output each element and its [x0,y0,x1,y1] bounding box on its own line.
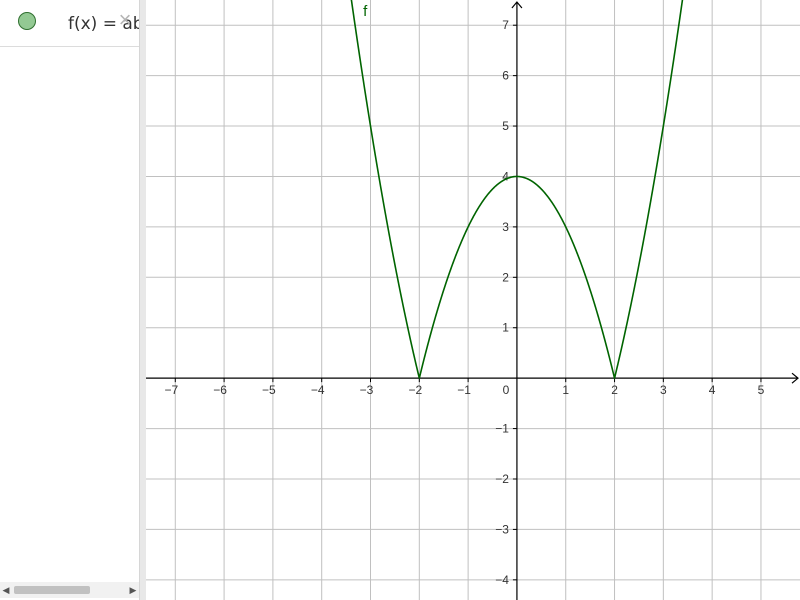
y-tick-label: 4 [502,169,509,183]
tick-labels: −7 −6 −5 −4 −3 −2 −1 0 1 2 3 4 5 7 6 5 4 3 2 1 −1 −2 −3 −4 [164,18,764,587]
y-tick-label: 3 [502,220,509,234]
y-tick-label: 7 [502,18,509,32]
panel-divider[interactable] [139,0,146,600]
x-tick-label: −4 [311,383,325,397]
x-tick-label: 1 [562,383,569,397]
x-tick-label: −6 [213,383,227,397]
y-tick-label: 1 [502,321,509,335]
x-tick-label: 0 [503,383,510,397]
x-tick-label: 4 [709,383,716,397]
algebra-item-f[interactable]: f(x) = abs(x² − 4) × [0,0,139,47]
x-tick-label: −3 [360,383,374,397]
scroll-right-icon[interactable]: ▶ [127,582,139,598]
x-tick-label: 5 [758,383,765,397]
axes [146,1,799,600]
y-tick-label: −2 [495,472,509,486]
y-tick-label: 5 [502,119,509,133]
function-label-f[interactable]: f [363,3,368,20]
graphics-view[interactable]: −7 −6 −5 −4 −3 −2 −1 0 1 2 3 4 5 7 6 5 4 3 2 1 −1 −2 −3 −4 f [146,0,800,600]
x-tick-label: 2 [611,383,618,397]
scroll-left-icon[interactable]: ◀ [0,582,12,598]
horizontal-scrollbar[interactable]: ◀ ▶ [0,582,139,598]
scrollbar-thumb[interactable] [14,586,90,594]
x-tick-label: 3 [660,383,667,397]
x-tick-label: −7 [164,383,178,397]
algebra-view: f(x) = abs(x² − 4) × ◀ ▶ [0,0,139,600]
x-tick-label: −1 [457,383,471,397]
y-tick-label: 2 [502,270,509,284]
y-tick-label: −3 [495,522,509,536]
grid [146,0,800,600]
x-tick-label: −2 [408,383,422,397]
delete-icon[interactable]: × [115,9,135,31]
y-tick-label: −4 [495,573,509,587]
x-tick-label: −5 [262,383,276,397]
y-tick-label: −1 [495,422,509,436]
visibility-toggle-icon[interactable] [18,12,36,30]
y-tick-label: 6 [502,69,509,83]
